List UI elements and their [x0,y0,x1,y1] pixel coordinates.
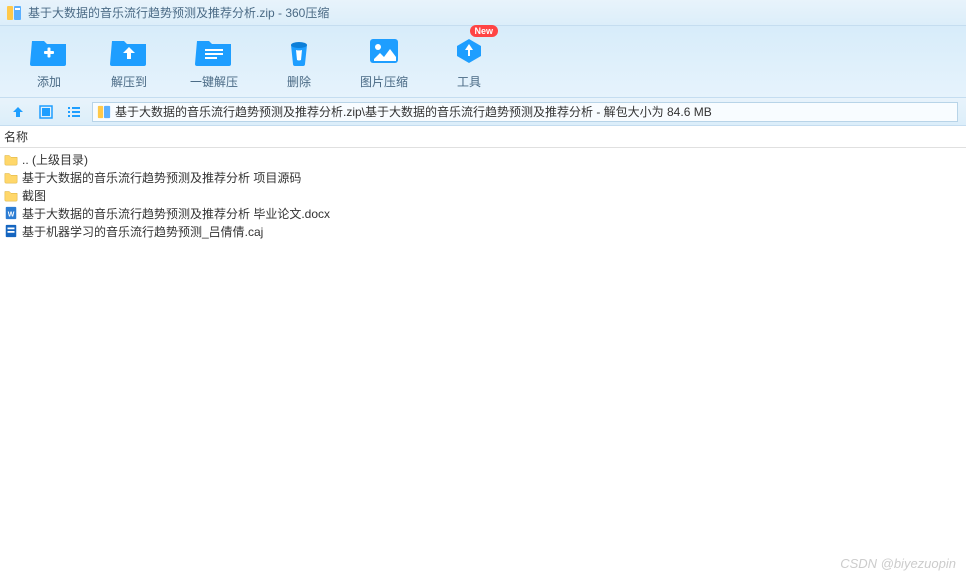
delete-label: 删除 [287,73,311,90]
docx-icon: W [4,206,18,220]
file-name: 基于大数据的音乐流行趋势预测及推荐分析 毕业论文.docx [22,205,330,222]
list-item[interactable]: W 基于大数据的音乐流行趋势预测及推荐分析 毕业论文.docx [0,204,966,222]
watermark: CSDN @biyezuopin [840,556,956,571]
image-compress-label: 图片压缩 [360,73,408,90]
trash-icon [280,33,318,69]
folder-up-icon [110,33,148,69]
file-name: 基于大数据的音乐流行趋势预测及推荐分析 项目源码 [22,169,301,186]
add-label: 添加 [37,73,61,90]
tools-button[interactable]: New 工具 [450,33,488,90]
archive-icon [6,5,22,21]
tools-label: 工具 [457,73,481,90]
new-badge: New [470,25,499,37]
folder-plus-icon [30,33,68,69]
list-item[interactable]: 基于大数据的音乐流行趋势预测及推荐分析 项目源码 [0,168,966,186]
list-item-parent[interactable]: .. (上级目录) [0,150,966,168]
archive-icon [97,105,111,119]
file-list: .. (上级目录) 基于大数据的音乐流行趋势预测及推荐分析 项目源码 截图 W … [0,148,966,242]
path-text: 基于大数据的音乐流行趋势预测及推荐分析.zip\基于大数据的音乐流行趋势预测及推… [115,103,712,120]
tools-icon: New [450,33,488,69]
pathbar: 基于大数据的音乐流行趋势预测及推荐分析.zip\基于大数据的音乐流行趋势预测及推… [0,98,966,126]
file-name: 截图 [22,187,46,204]
view-list-button[interactable] [64,102,84,122]
file-name: 基于机器学习的音乐流行趋势预测_吕倩倩.caj [22,223,263,240]
delete-button[interactable]: 删除 [280,33,318,90]
toolbar: 添加 解压到 一键解压 删除 图片压缩 New 工具 [0,26,966,98]
column-header[interactable]: 名称 [0,126,966,148]
add-button[interactable]: 添加 [30,33,68,90]
svg-text:W: W [8,212,15,219]
folder-lines-icon [195,33,233,69]
window-title: 基于大数据的音乐流行趋势预测及推荐分析.zip - 360压缩 [28,4,329,21]
nav-up-button[interactable] [8,102,28,122]
list-item[interactable]: 截图 [0,186,966,204]
folder-icon [4,170,18,184]
extract-to-button[interactable]: 解压到 [110,33,148,90]
one-click-extract-button[interactable]: 一键解压 [190,33,238,90]
one-click-extract-label: 一键解压 [190,73,238,90]
column-name: 名称 [4,128,28,145]
titlebar: 基于大数据的音乐流行趋势预测及推荐分析.zip - 360压缩 [0,0,966,26]
path-field[interactable]: 基于大数据的音乐流行趋势预测及推荐分析.zip\基于大数据的音乐流行趋势预测及推… [92,102,958,122]
caj-icon [4,224,18,238]
image-compress-button[interactable]: 图片压缩 [360,33,408,90]
folder-icon [4,188,18,202]
extract-to-label: 解压到 [111,73,147,90]
file-name: .. (上级目录) [22,151,88,168]
folder-icon [4,152,18,166]
image-icon [365,33,403,69]
view-icons-button[interactable] [36,102,56,122]
list-item[interactable]: 基于机器学习的音乐流行趋势预测_吕倩倩.caj [0,222,966,240]
